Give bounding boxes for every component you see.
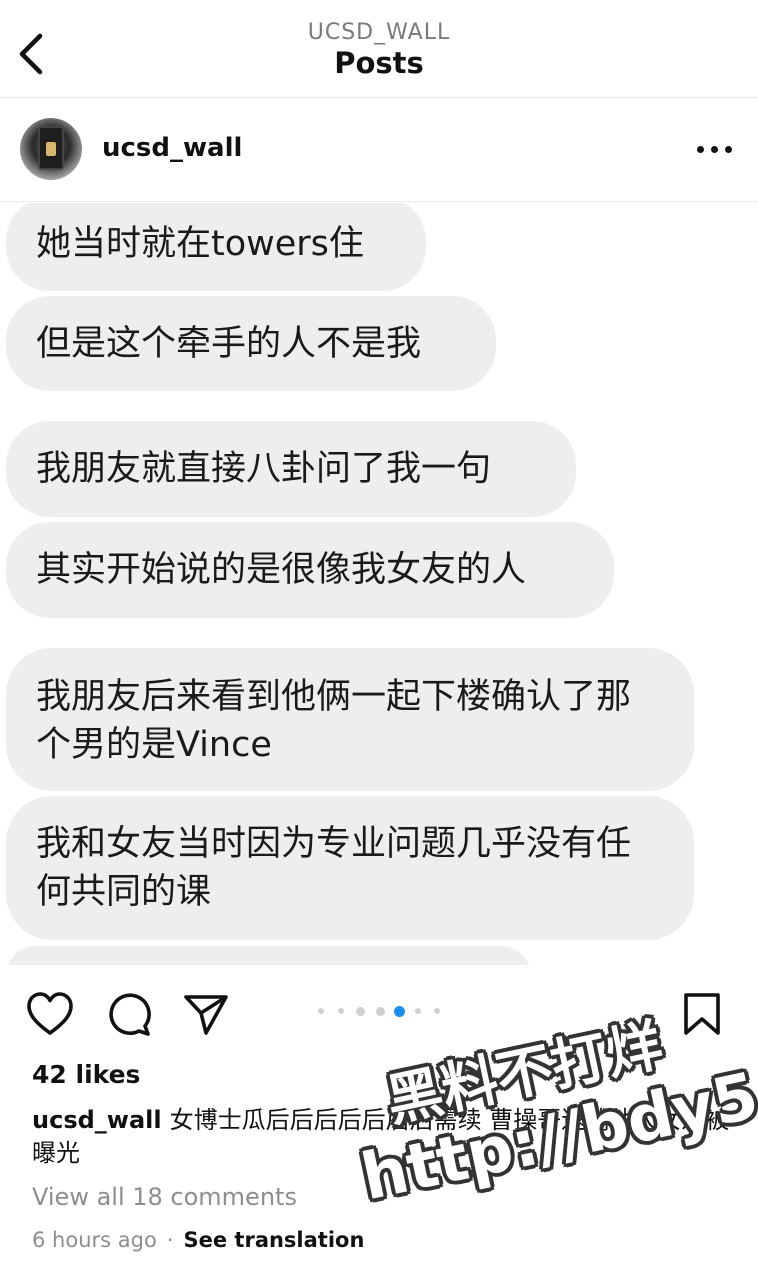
post-caption: ucsd_wall 女博士瓜后后后后后后后需续 曹操哥逮捕他人女友被曝光: [32, 1104, 732, 1170]
see-translation-link[interactable]: See translation: [184, 1228, 365, 1252]
likes-count[interactable]: 42 likes: [32, 1060, 140, 1089]
more-horizontal-icon: [697, 146, 704, 153]
share-button[interactable]: [182, 991, 230, 1037]
page-title: Posts: [334, 46, 424, 80]
account-handle: UCSD_WALL: [307, 20, 451, 45]
carousel-active-dot: [394, 1006, 405, 1017]
post-header: ucsd_wall: [0, 99, 758, 202]
chat-bubble: 她当时就在towers住: [6, 203, 426, 291]
avatar-image: [38, 126, 64, 170]
post-meta: 6 hours ago · See translation: [32, 1228, 364, 1252]
more-options-button[interactable]: [695, 137, 735, 163]
chat-bubble-partial: [6, 946, 531, 965]
comment-icon: [109, 993, 151, 1036]
chat-bubble: 其实开始说的是很像我女友的人: [6, 522, 614, 618]
chat-bubble: 我和女友当时因为专业问题几乎没有任何共同的课: [6, 796, 694, 940]
view-comments-link[interactable]: View all 18 comments: [32, 1183, 297, 1211]
separator: ·: [166, 1228, 174, 1252]
chat-bubble: 我朋友后来看到他俩一起下楼确认了那个男的是Vince: [6, 648, 694, 791]
bookmark-icon: [684, 993, 720, 1035]
post-actions: [0, 965, 758, 1057]
comment-button[interactable]: [104, 991, 152, 1037]
post-timestamp: 6 hours ago: [32, 1228, 157, 1252]
carousel-indicator: [316, 1004, 446, 1018]
like-button[interactable]: [26, 991, 74, 1037]
save-button[interactable]: [680, 991, 728, 1037]
avatar[interactable]: [20, 118, 82, 180]
send-icon: [184, 995, 228, 1035]
chat-bubble: 但是这个牵手的人不是我: [6, 296, 496, 391]
post-username[interactable]: ucsd_wall: [102, 133, 242, 163]
top-nav-bar: UCSD_WALL Posts: [0, 0, 758, 98]
chat-bubble: 我朋友就直接八卦问了我一句: [6, 421, 576, 517]
caption-username[interactable]: ucsd_wall: [32, 1106, 162, 1134]
post-image[interactable]: 她当时就在towers住 但是这个牵手的人不是我 我朋友就直接八卦问了我一句 其…: [0, 203, 758, 965]
heart-icon: [27, 992, 73, 1035]
